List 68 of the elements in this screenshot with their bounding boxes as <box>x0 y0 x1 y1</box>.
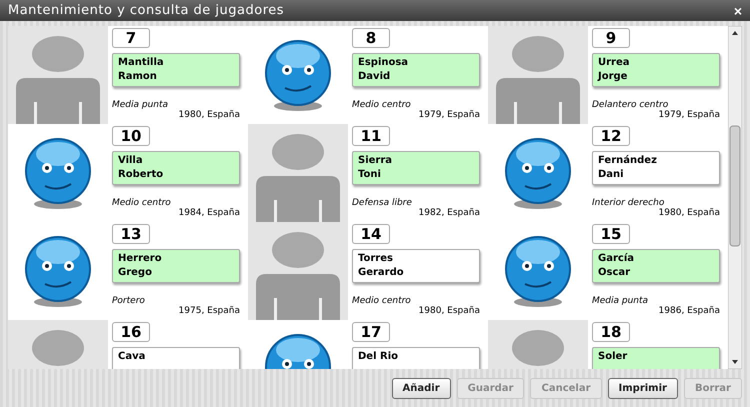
player-first-name: Dani <box>598 168 625 182</box>
player-name-card[interactable]: Del Rio <box>352 347 480 369</box>
player-surname: Urrea <box>598 56 631 70</box>
player-surname: Villa <box>118 154 144 168</box>
player-birth: 1982, España <box>418 208 480 218</box>
player-surname: Cava <box>118 350 146 364</box>
player-position: Media punta <box>112 100 170 110</box>
player-number: 17 <box>352 322 390 342</box>
player-name-card[interactable]: Soler <box>592 347 720 369</box>
player-name-card[interactable]: García Oscar <box>592 249 720 283</box>
player-name-card[interactable]: Mantilla Ramon <box>112 53 240 87</box>
player-first-name: Toni <box>358 168 382 182</box>
player-position: Interior derecho <box>592 198 666 208</box>
player-birth: 1975, España <box>178 306 240 316</box>
scroll-bar[interactable] <box>728 26 742 369</box>
player-birth: 1979, España <box>418 110 480 120</box>
player-surname: Del Rio <box>358 350 399 364</box>
player-first-name: Oscar <box>598 266 632 280</box>
player-position: Media punta <box>592 296 650 306</box>
player-birth: 1979, España <box>658 110 720 120</box>
player-position: Portero <box>112 296 146 306</box>
player-first-name: David <box>358 70 392 84</box>
window-title: Mantenimiento y consulta de jugadores <box>8 3 284 18</box>
close-button[interactable]: × <box>734 2 742 18</box>
player-surname: García <box>598 252 635 266</box>
player-number: 8 <box>352 28 390 48</box>
player-position: Medio centro <box>352 100 412 110</box>
player-surname: Sierra <box>358 154 394 168</box>
player-number: 14 <box>352 224 390 244</box>
player-surname: Espinosa <box>358 56 410 70</box>
player-position: Defensa libre <box>352 198 413 208</box>
player-first-name: Ramon <box>118 70 158 84</box>
player-name-card[interactable]: Herrero Grego <box>112 249 240 283</box>
player-name-card[interactable]: Urrea Jorge <box>592 53 720 87</box>
player-name-card[interactable]: Torres Gerardo <box>352 249 480 283</box>
player-name-card[interactable]: Cava <box>112 347 240 369</box>
player-first-name: Grego <box>118 266 153 280</box>
player-surname: Mantilla <box>118 56 165 70</box>
player-first-name: Gerardo <box>358 266 405 280</box>
player-number: 18 <box>592 322 630 342</box>
player-surname: Soler <box>598 350 628 364</box>
player-number: 12 <box>592 126 630 146</box>
player-first-name: Roberto <box>118 168 164 182</box>
player-number: 7 <box>112 28 150 48</box>
player-name-card[interactable]: Fernández Dani <box>592 151 720 185</box>
player-number: 10 <box>112 126 150 146</box>
player-surname: Torres <box>358 252 394 266</box>
player-birth: 1980, España <box>178 110 240 120</box>
player-surname: Herrero <box>118 252 163 266</box>
player-name-card[interactable]: Espinosa David <box>352 53 480 87</box>
player-first-name: Jorge <box>598 70 628 84</box>
player-name-card[interactable]: Villa Roberto <box>112 151 240 185</box>
player-birth: 1980, España <box>418 306 480 316</box>
player-position: Medio centro <box>352 296 412 306</box>
toolbar-button[interactable]: Imprimir <box>608 378 678 398</box>
player-number: 16 <box>112 322 150 342</box>
player-name-card[interactable]: Sierra Toni <box>352 151 480 185</box>
player-birth: 1980, España <box>658 208 720 218</box>
player-number: 13 <box>112 224 150 244</box>
player-birth: 1986, España <box>658 306 720 316</box>
player-surname: Fernández <box>598 154 658 168</box>
player-number: 11 <box>352 126 390 146</box>
player-position: Medio centro <box>112 198 172 208</box>
player-position: Delantero centro <box>592 100 670 110</box>
player-birth: 1984, España <box>178 208 240 218</box>
player-number: 15 <box>592 224 630 244</box>
player-number: 9 <box>592 28 630 48</box>
toolbar-button[interactable]: Añadir <box>392 378 451 398</box>
